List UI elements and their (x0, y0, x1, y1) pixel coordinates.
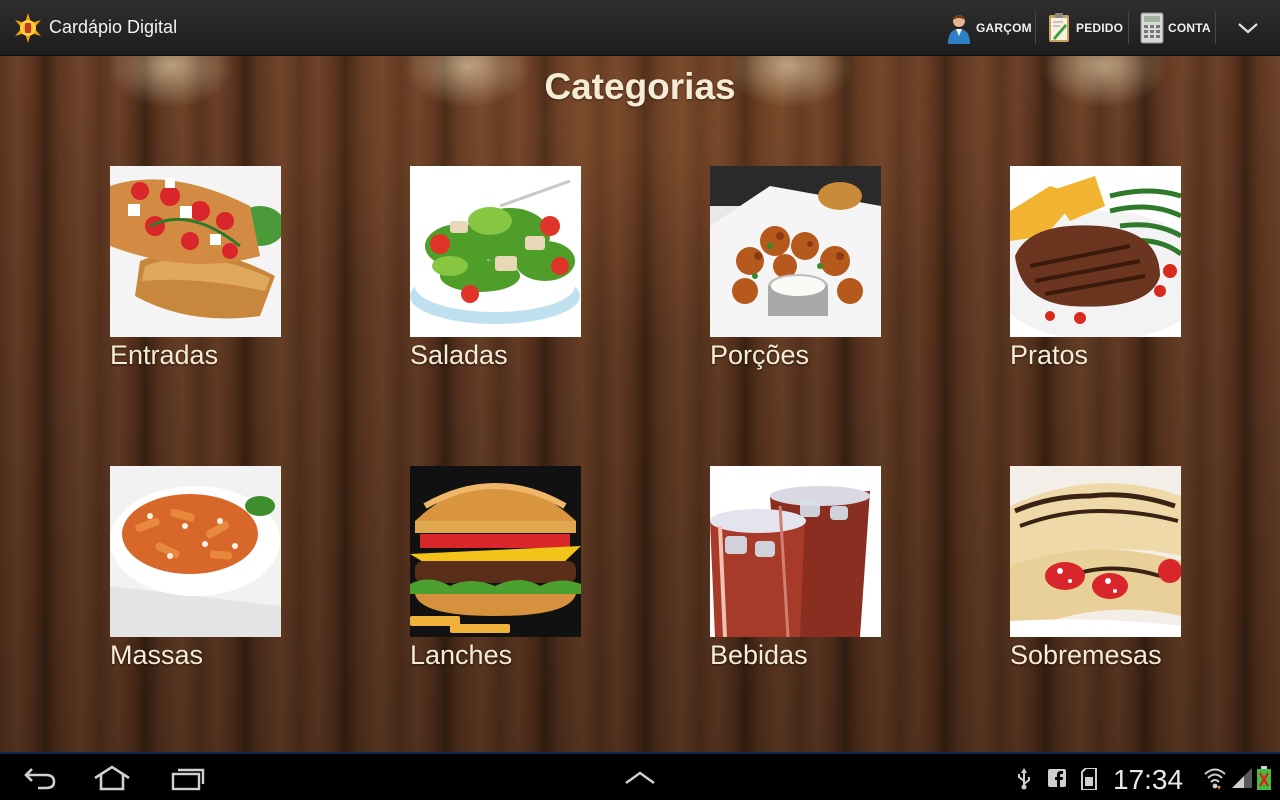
category-label: Massas (110, 640, 204, 670)
category-label: Sobremesas (1010, 640, 1162, 670)
action-divider (1035, 12, 1036, 44)
calculator-icon (1140, 12, 1164, 44)
usb-icon (1018, 768, 1030, 790)
category-tile-bebidas[interactable]: Bebidas (710, 466, 930, 686)
back-button[interactable] (18, 762, 62, 794)
crepe-photo (1010, 466, 1181, 637)
category-label: Saladas (410, 340, 508, 370)
home-icon (94, 765, 130, 791)
waiter-button[interactable]: GARÇOM (946, 10, 1032, 46)
bruschetta-photo (110, 166, 281, 337)
menu-up-icon (625, 771, 655, 784)
category-label: Bebidas (710, 640, 808, 670)
sd-card-icon (1081, 768, 1097, 790)
category-label: Entradas (110, 340, 219, 370)
steak-plate-photo (1010, 166, 1181, 337)
back-icon (24, 768, 56, 790)
signal-icon (1232, 768, 1252, 788)
recent-apps-icon (171, 768, 205, 791)
waiter-button-label: GARÇOM (976, 21, 1032, 35)
category-tile-massas[interactable]: Massas (110, 466, 330, 686)
recent-apps-button[interactable] (166, 762, 210, 794)
system-bar: 17:34 (0, 752, 1280, 800)
wifi-icon (1204, 768, 1226, 790)
category-tile-entradas[interactable]: Entradas (110, 166, 330, 386)
category-tile-sobremesas[interactable]: Sobremesas (1010, 466, 1230, 686)
chevron-down-icon (1238, 23, 1258, 34)
category-label: Porções (710, 340, 810, 370)
home-button[interactable] (90, 762, 134, 794)
menu-up-button[interactable] (620, 762, 660, 794)
facebook-icon (1048, 769, 1066, 787)
category-tile-porcoes[interactable]: Porções (710, 166, 930, 386)
burger-photo (410, 466, 581, 637)
sun-star-logo-icon[interactable] (12, 12, 44, 44)
page-title: Categorias (544, 66, 736, 107)
salad-photo (410, 166, 581, 337)
overflow-menu-button[interactable] (1228, 14, 1268, 42)
action-bar: Cardápio Digital GARÇOM PEDIDO CONTA (0, 0, 1280, 56)
categories-screen: Categorias Entradas Saladas Porções Prat… (0, 56, 1280, 752)
action-divider (1128, 12, 1129, 44)
cola-glasses-photo (710, 466, 881, 637)
order-button[interactable]: PEDIDO (1046, 10, 1123, 46)
category-label: Lanches (410, 640, 513, 670)
fried-chicken-photo (710, 166, 881, 337)
action-divider (1215, 12, 1216, 44)
category-tile-lanches[interactable]: Lanches (410, 466, 630, 686)
waiter-person-icon (948, 15, 970, 44)
order-button-label: PEDIDO (1076, 21, 1124, 35)
order-notepad-icon (1049, 13, 1069, 42)
category-tile-saladas[interactable]: Saladas (410, 166, 630, 386)
category-label: Pratos (1010, 340, 1089, 370)
app-title: Cardápio Digital (49, 17, 178, 37)
bill-button[interactable]: CONTA (1140, 10, 1211, 46)
battery-icon (1257, 766, 1271, 790)
bill-button-label: CONTA (1168, 21, 1211, 35)
category-tile-pratos[interactable]: Pratos (1010, 166, 1230, 386)
status-clock: 17:34 (1113, 764, 1184, 795)
pasta-photo (110, 466, 281, 637)
